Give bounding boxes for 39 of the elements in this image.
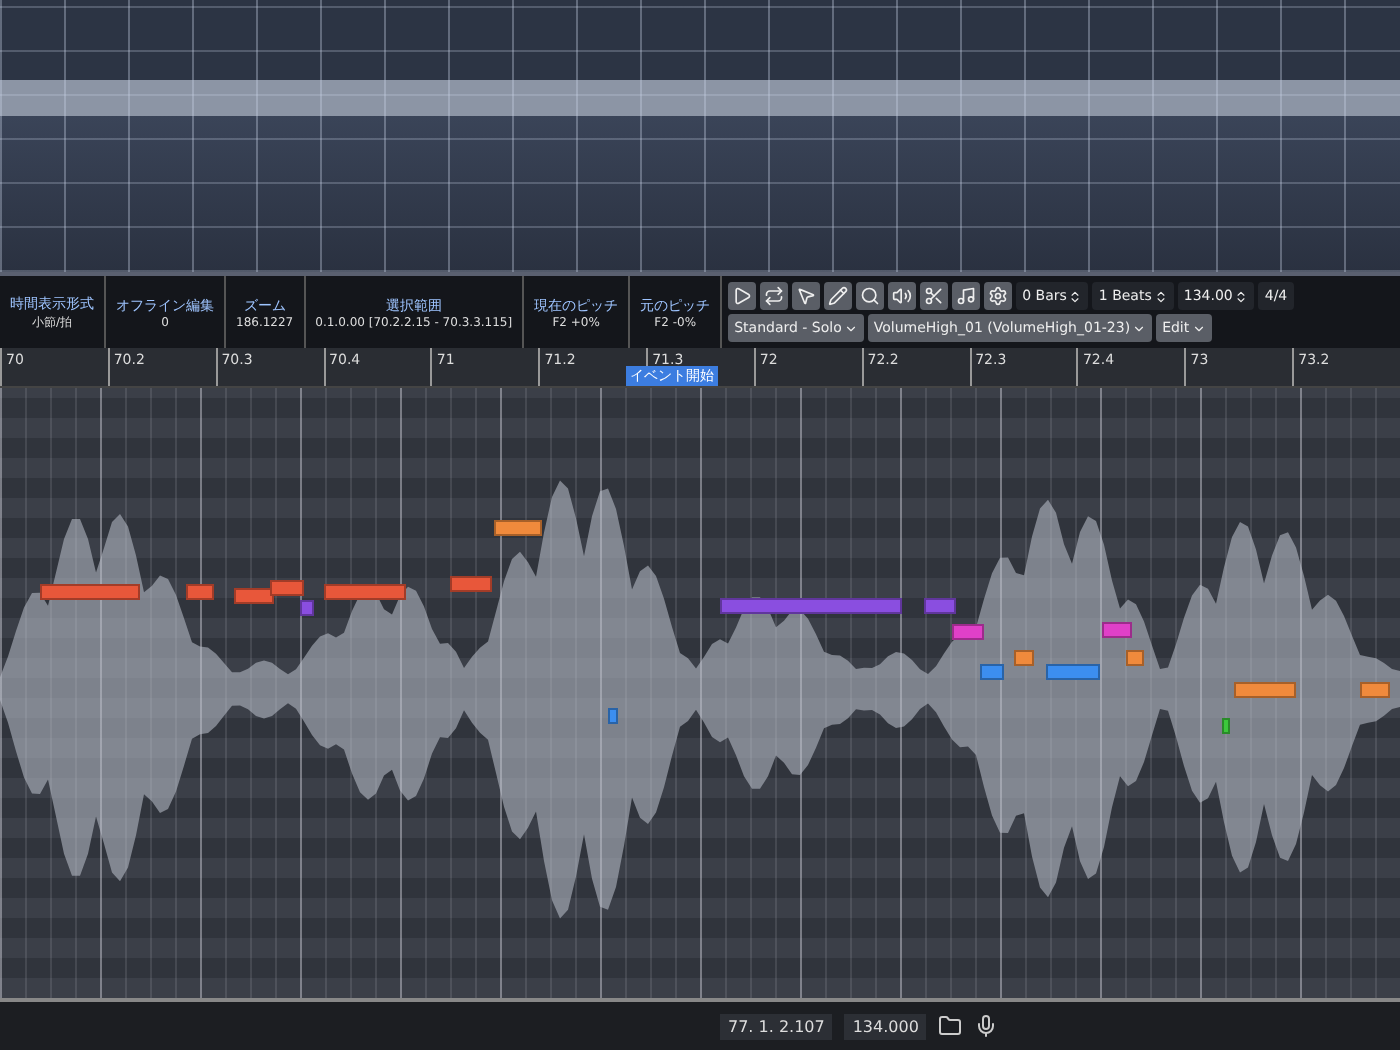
search-button[interactable]: [856, 282, 885, 310]
settings-button[interactable]: [984, 282, 1013, 310]
pitch-note[interactable]: [1234, 682, 1296, 698]
position-field[interactable]: 77. 1. 2.107: [720, 1013, 833, 1039]
pitch-note[interactable]: [1222, 718, 1230, 734]
pitch-note[interactable]: [980, 664, 1004, 680]
pitch-note[interactable]: [270, 580, 304, 596]
folder-icon[interactable]: [938, 1014, 963, 1038]
pitch-note[interactable]: [924, 598, 956, 614]
spinner-icon: [1153, 289, 1168, 303]
pitch-note[interactable]: [300, 600, 314, 616]
pitch-note[interactable]: [1360, 682, 1390, 698]
spinner-icon: [1234, 289, 1249, 303]
loop-button[interactable]: [760, 282, 789, 310]
speaker-button[interactable]: [888, 282, 917, 310]
pitch-note[interactable]: [40, 584, 140, 600]
pitch-note[interactable]: [1046, 664, 1100, 680]
pitch-note[interactable]: [720, 598, 902, 614]
scissors-button[interactable]: [920, 282, 949, 310]
pitch-note[interactable]: [450, 576, 492, 592]
pitch-note[interactable]: [1014, 650, 1034, 666]
play-button[interactable]: [728, 282, 757, 310]
pitch-note[interactable]: [1126, 650, 1144, 666]
pointer-button[interactable]: [792, 282, 821, 310]
pitch-note[interactable]: [1102, 622, 1132, 638]
pencil-button[interactable]: [824, 282, 853, 310]
pitch-note[interactable]: [952, 624, 984, 640]
pitch-note[interactable]: [324, 584, 406, 600]
caret-icon: [1132, 321, 1147, 335]
microphone-icon[interactable]: [974, 1014, 999, 1038]
pitch-note[interactable]: [234, 588, 274, 604]
caret-icon: [1191, 321, 1206, 335]
spinner-icon: [1068, 289, 1083, 303]
pitch-note[interactable]: [186, 584, 214, 600]
tempo-field[interactable]: 134.000: [844, 1013, 927, 1039]
music-note-button[interactable]: [952, 282, 981, 310]
caret-icon: [843, 321, 858, 335]
pitch-note[interactable]: [494, 520, 542, 536]
pitch-note[interactable]: [608, 708, 618, 724]
